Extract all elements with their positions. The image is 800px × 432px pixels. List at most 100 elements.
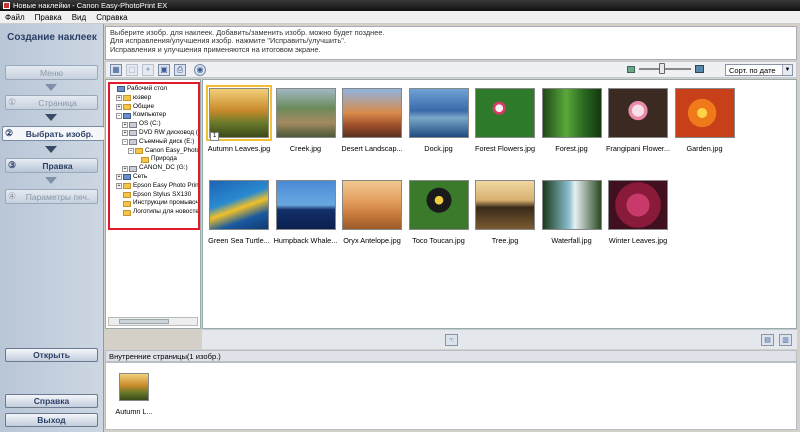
slider-thumb[interactable]	[659, 63, 665, 74]
expand-icon[interactable]: +	[122, 165, 128, 172]
folder-icon	[123, 209, 131, 216]
image-thumbnail-item[interactable]: Winter Leaves.jpg	[605, 180, 671, 245]
tree-node-label: Рабочий стол	[127, 85, 168, 92]
open-button[interactable]: Открыть	[5, 348, 98, 362]
image-thumbnail-item[interactable]: Desert Landscap...	[339, 88, 405, 153]
image-thumbnail-item[interactable]: Forest.jpg	[539, 88, 605, 153]
image-thumbnail-item[interactable]: Toco Toucan.jpg	[406, 180, 472, 245]
image-thumbnail-item[interactable]: Green Sea Turtle...	[206, 180, 272, 245]
drive-icon	[129, 139, 137, 146]
print-icon[interactable]: ⎙	[174, 63, 186, 76]
step-print-settings[interactable]: ④ Параметры печ.	[5, 189, 98, 204]
view-multi-icon[interactable]: ▥	[779, 334, 792, 346]
image-thumbnail-item[interactable]: Frangipani Flower...	[605, 88, 671, 153]
menu-view[interactable]: Вид	[67, 13, 91, 22]
tree-node[interactable]: Логотипы для новостей	[110, 208, 198, 217]
tree-node[interactable]: + OS (C:)	[110, 120, 198, 129]
step-edit[interactable]: ③ Правка	[5, 158, 98, 173]
window-title: Новые наклейки - Canon Easy-PhotoPrint E…	[13, 1, 168, 10]
step-menu[interactable]: Меню	[5, 65, 98, 80]
image-thumbnail-item[interactable]: Waterfall.jpg	[539, 180, 605, 245]
image-thumbnail[interactable]	[206, 85, 272, 141]
select-all-icon[interactable]: ▦	[110, 63, 122, 76]
image-thumbnail-item[interactable]: Dock.jpg	[406, 88, 472, 153]
expand-icon[interactable]: −	[116, 112, 122, 119]
image-thumbnail-item[interactable]: Tree.jpg	[472, 180, 538, 245]
expand-icon[interactable]: +	[116, 174, 122, 181]
menu-file[interactable]: Файл	[0, 13, 30, 22]
step-select-images[interactable]: ② Выбрать изобр.	[2, 126, 104, 141]
image-filename: Creek.jpg	[289, 144, 322, 153]
image-thumbnail-item[interactable]: Oryx Antelope.jpg	[339, 180, 405, 245]
image-filename: Tree.jpg	[491, 236, 519, 245]
scrollbar-thumb[interactable]	[119, 319, 169, 324]
image-thumbnail-item[interactable]: 1 Autumn Leaves.jpg	[206, 85, 272, 153]
correct-enhance-icon[interactable]: ✦	[142, 63, 154, 76]
tree-node[interactable]: − Съемный диск (E:)	[110, 138, 198, 147]
image-thumbnail[interactable]	[275, 180, 336, 230]
tree-node[interactable]: + юзвер	[110, 94, 198, 103]
image-thumbnail-item[interactable]: Forest Flowers.jpg	[472, 88, 538, 153]
image-thumbnail[interactable]	[342, 180, 402, 230]
expand-icon[interactable]: +	[122, 130, 128, 137]
image-thumbnail-item[interactable]: Humpback Whale...	[273, 180, 339, 245]
image-thumbnail[interactable]	[209, 180, 269, 230]
image-thumbnail[interactable]	[674, 88, 735, 138]
expand-icon[interactable]: +	[116, 103, 122, 110]
hand-icon[interactable]: ☜	[445, 334, 458, 346]
help-button[interactable]: Справка	[5, 394, 98, 408]
desktop-icon	[117, 86, 125, 93]
image-thumbnail[interactable]	[475, 88, 535, 138]
image-thumbnail[interactable]	[541, 180, 602, 230]
folder-tree-highlight: Рабочий стол + юзвер + Общие − Компьютер + OS (C…	[108, 82, 200, 230]
tree-node[interactable]: − Canon Easy_PhotoPrint	[110, 147, 198, 156]
image-thumbnail[interactable]	[408, 180, 469, 230]
exit-button[interactable]: Выход	[5, 413, 98, 427]
image-filename: Winter Leaves.jpg	[608, 236, 668, 245]
slider-track[interactable]	[639, 63, 691, 74]
globe-icon[interactable]: ◉	[194, 63, 206, 76]
inner-page-thumbnail[interactable]	[119, 373, 149, 401]
expand-icon[interactable]: +	[122, 121, 128, 128]
image-filename: Garden.jpg	[686, 144, 723, 153]
view-single-icon[interactable]: ▤	[761, 334, 774, 346]
expand-icon[interactable]: +	[116, 95, 122, 102]
expand-icon[interactable]: +	[116, 183, 122, 190]
tree-node[interactable]: + Epson Easy Photo Print	[110, 182, 198, 191]
image-thumbnail[interactable]	[475, 180, 535, 230]
chevron-down-icon[interactable]: ▼	[782, 65, 792, 75]
deselect-icon[interactable]: ▢	[126, 63, 138, 76]
tree-node[interactable]: Рабочий стол	[110, 85, 198, 94]
expand-icon[interactable]: −	[122, 139, 128, 146]
image-thumbnail-item[interactable]: Garden.jpg	[672, 88, 738, 153]
image-thumbnail[interactable]	[408, 88, 469, 138]
image-thumbnail[interactable]	[342, 88, 402, 138]
menu-edit[interactable]: Правка	[30, 13, 67, 22]
tree-node[interactable]: Инструкции промывочные	[110, 199, 198, 208]
image-thumbnail[interactable]	[541, 88, 602, 138]
sort-dropdown[interactable]: Сорт. по дате ▼	[725, 64, 793, 76]
tree-node[interactable]: + Сеть	[110, 173, 198, 182]
horizontal-scrollbar[interactable]	[108, 317, 198, 326]
tree-node[interactable]: + Общие	[110, 103, 198, 112]
tree-node[interactable]: Природа	[110, 155, 198, 164]
expand-icon[interactable]: −	[128, 147, 134, 154]
image-thumbnail-item[interactable]: Creek.jpg	[273, 88, 339, 153]
step-page[interactable]: ① Страница	[5, 95, 98, 110]
step-menu-label: Меню	[40, 67, 63, 78]
menu-help[interactable]: Справка	[91, 13, 132, 22]
thumbnail-size-slider[interactable]	[627, 63, 704, 74]
step-select-num: ②	[4, 128, 14, 138]
image-thumbnail[interactable]	[275, 88, 336, 138]
image-filename: Forest.jpg	[555, 144, 588, 153]
edit-image-icon[interactable]: ▣	[158, 63, 170, 76]
image-thumbnail[interactable]	[608, 180, 668, 230]
drive-icon	[129, 130, 137, 137]
tree-node[interactable]: Epson Stylus SX130	[110, 191, 198, 200]
inner-page-item[interactable]: Autumn L...	[115, 373, 153, 416]
tree-node-label: Epson Easy Photo Print	[133, 181, 200, 189]
tree-node[interactable]: − Компьютер	[110, 111, 198, 120]
tree-node[interactable]: + DVD RW дисковод (D:)	[110, 129, 198, 138]
image-thumbnail[interactable]	[608, 88, 668, 138]
tree-node[interactable]: + CANON_DC (G:)	[110, 164, 198, 173]
